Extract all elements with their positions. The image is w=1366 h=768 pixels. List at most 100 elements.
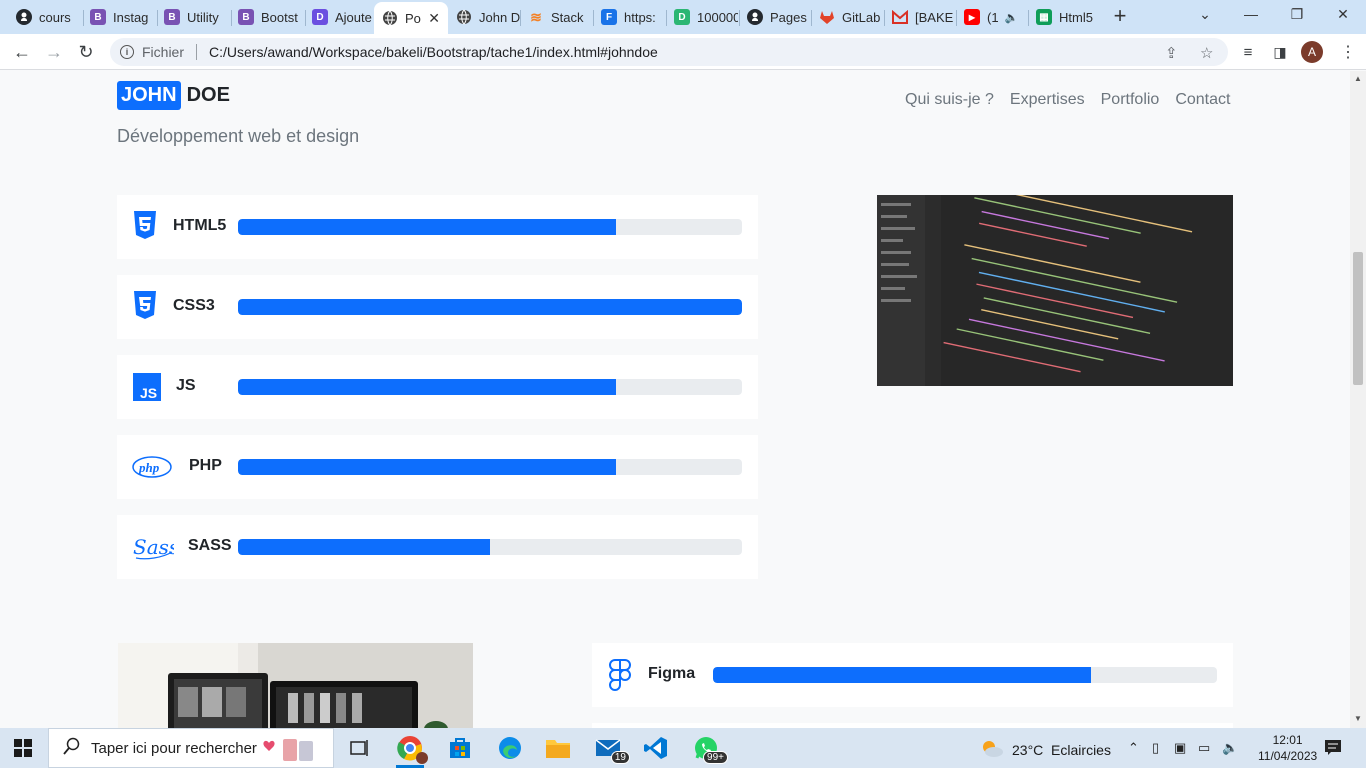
tab-7[interactable]: ≋ Stack: [520, 4, 592, 30]
progress-fill: [238, 299, 742, 315]
code-image: [877, 195, 1233, 386]
scroll-thumb[interactable]: [1353, 252, 1363, 385]
reload-button[interactable]: ↻: [74, 40, 98, 64]
info-icon[interactable]: i: [120, 45, 134, 59]
progress-track: [713, 667, 1217, 683]
scroll-up-icon[interactable]: ▲: [1354, 74, 1362, 83]
close-icon[interactable]: ✕: [428, 10, 440, 27]
security-icon[interactable]: ▣: [1174, 740, 1186, 756]
tab-0[interactable]: cours: [8, 4, 82, 30]
chrome-profile-badge: [416, 752, 428, 764]
tab-label: Instag: [113, 9, 149, 25]
clock-time: 12:01: [1272, 733, 1303, 747]
bookmark-star-icon[interactable]: ☆: [1200, 44, 1213, 62]
scroll-down-icon[interactable]: ▼: [1354, 714, 1362, 723]
share-icon[interactable]: ⇪: [1165, 44, 1178, 62]
tab-5-active[interactable]: Po ✕: [374, 2, 448, 34]
tab-13[interactable]: ▶ (1 🔈: [956, 4, 1028, 30]
weather-widget[interactable]: 23°C Eclaircies: [980, 738, 1111, 761]
new-tab-button[interactable]: +: [1109, 5, 1131, 27]
minimize-button[interactable]: —: [1241, 6, 1261, 22]
tab-1[interactable]: B Instag: [82, 4, 156, 30]
maximize-button[interactable]: ❐: [1287, 6, 1307, 23]
tab-6[interactable]: John D: [448, 4, 520, 30]
progress-track: [238, 379, 742, 395]
volume-icon[interactable]: 🔈: [1222, 740, 1238, 756]
progress-fill: [713, 667, 1091, 683]
page-scrollbar[interactable]: ▲ ▼: [1350, 71, 1366, 728]
avatar[interactable]: A: [1301, 41, 1323, 63]
nav-link-portfolio[interactable]: Portfolio: [1101, 91, 1160, 109]
nav-link-about[interactable]: Qui suis-je ?: [905, 91, 994, 109]
brand-logo[interactable]: JOHN DOE: [117, 81, 230, 110]
microsoft-store-icon[interactable]: [446, 734, 474, 762]
tab-label: Ajoute: [335, 9, 372, 25]
tagline: Développement web et design: [117, 126, 360, 146]
whatsapp-icon[interactable]: 99+: [692, 734, 728, 764]
tab-9[interactable]: D 100000: [666, 4, 738, 30]
github-icon: [747, 9, 763, 25]
tab-label: https:: [624, 9, 656, 25]
progress-track: [238, 459, 742, 475]
vscode-icon[interactable]: [642, 734, 670, 762]
css3-icon: [133, 290, 157, 325]
edge-icon[interactable]: [496, 734, 524, 762]
side-panel-icon[interactable]: ◨: [1268, 40, 1292, 64]
mail-icon[interactable]: 19: [594, 734, 630, 764]
svg-text:php: php: [138, 460, 160, 475]
close-window-button[interactable]: ✕: [1333, 6, 1353, 23]
tab-11[interactable]: GitLab: [811, 4, 883, 30]
nav-link-expertise[interactable]: Expertises: [1010, 91, 1085, 109]
tab-3[interactable]: B Bootst: [230, 4, 304, 30]
main-nav: Qui suis-je ? Expertises Portfolio Conta…: [905, 91, 1230, 109]
youtube-icon: ▶: [964, 9, 980, 25]
tab-10[interactable]: Pages: [739, 4, 811, 30]
tab-14[interactable]: ▦ Html5: [1028, 4, 1100, 30]
tab-strip: cours B Instag B Utility B Bootst D Ajoute P…: [0, 0, 1366, 34]
gmail-icon: [892, 9, 908, 25]
task-view-icon[interactable]: [346, 734, 374, 762]
network-icon[interactable]: ▭: [1198, 740, 1210, 756]
tab-label: Pages: [770, 9, 807, 25]
url-text[interactable]: C:/Users/awand/Workspace/bakeli/Bootstra…: [209, 44, 658, 60]
chevron-up-icon[interactable]: ⌃: [1128, 740, 1139, 756]
chrome-icon[interactable]: [396, 734, 428, 764]
search-icon: [63, 737, 81, 759]
progress-fill: [238, 459, 616, 475]
mail-badge: 19: [610, 751, 630, 764]
nav-link-contact[interactable]: Contact: [1175, 91, 1230, 109]
tab-4[interactable]: D Ajoute: [304, 4, 374, 30]
bootstrap-icon: B: [238, 9, 254, 25]
tab-8[interactable]: Fhttps:: [593, 4, 665, 30]
windows-start-icon[interactable]: [14, 739, 32, 762]
menu-icon[interactable]: ⋮: [1340, 42, 1356, 62]
skill-name: PHP: [189, 457, 222, 474]
skill-card-figma: Figma: [592, 643, 1233, 707]
system-clock[interactable]: 12:01 11/04/2023: [1258, 732, 1317, 764]
back-button[interactable]: ←: [10, 40, 34, 64]
desk-image: [118, 643, 473, 728]
address-bar[interactable]: i Fichier C:/Users/awand/Workspace/bakel…: [110, 38, 1228, 66]
globe-icon: [456, 9, 472, 25]
device-icon[interactable]: ▯: [1152, 740, 1159, 756]
file-explorer-icon[interactable]: [544, 734, 572, 762]
progress-fill: [238, 219, 616, 235]
tab-label: (1: [987, 9, 999, 25]
tab-label: cours: [39, 9, 71, 25]
taskbar-search-input[interactable]: Taper ici pour rechercher: [48, 728, 334, 768]
skill-card-css3: CSS3: [117, 275, 758, 339]
windows-taskbar: Taper ici pour rechercher 19 99+ 23°C Ec…: [0, 728, 1366, 768]
php-icon: php: [132, 455, 172, 484]
reading-list-icon[interactable]: ≡: [1236, 40, 1260, 64]
skill-card-php: php PHP: [117, 435, 758, 499]
tab-search-icon[interactable]: ⌄: [1195, 6, 1215, 23]
svg-text:JS: JS: [140, 385, 157, 401]
bootstrap-icon: B: [90, 9, 106, 25]
brand-last: DOE: [186, 84, 230, 106]
tab-2[interactable]: B Utility: [156, 4, 230, 30]
tab-12[interactable]: [BAKE: [884, 4, 956, 30]
forward-button[interactable]: →: [42, 40, 66, 64]
notification-icon[interactable]: [1324, 739, 1342, 760]
html5-icon: [133, 210, 157, 245]
speaker-icon[interactable]: 🔈: [1005, 11, 1019, 24]
